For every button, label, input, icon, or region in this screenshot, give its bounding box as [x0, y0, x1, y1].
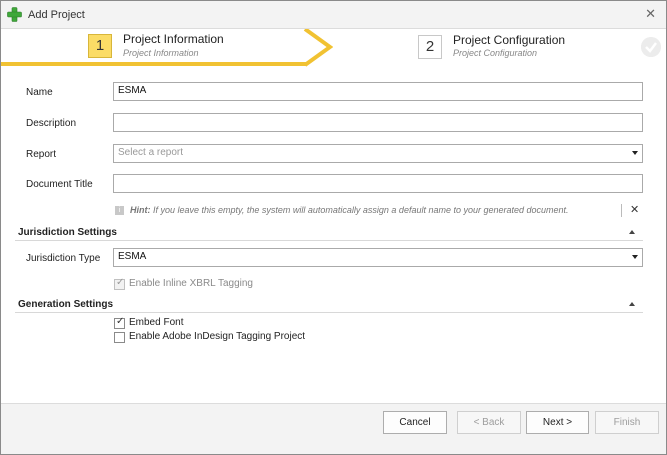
embed-font-checkbox[interactable] [114, 316, 125, 329]
generation-settings-title: Generation Settings [18, 299, 114, 310]
jurisdiction-settings-header[interactable]: Jurisdiction Settings [15, 225, 643, 241]
description-input[interactable] [113, 113, 643, 132]
jurisdiction-type-value: ESMA [118, 251, 147, 262]
inline-xbrl-label: Enable Inline XBRL Tagging [129, 278, 253, 289]
step-1-number: 1 [88, 34, 112, 58]
name-value: ESMA [118, 85, 147, 96]
name-label: Name [26, 87, 53, 98]
embed-font-label: Embed Font [129, 317, 184, 328]
indesign-checkbox[interactable] [114, 332, 125, 343]
wizard-steps: 1 Project Information Project Informatio… [1, 29, 666, 67]
hint-divider [621, 204, 622, 217]
report-select[interactable]: Select a report [113, 144, 643, 163]
chevron-up-icon[interactable] [629, 302, 635, 306]
close-icon[interactable]: ✕ [645, 6, 656, 22]
step-2-subtitle: Project Configuration [453, 48, 538, 58]
step-1-subtitle: Project Information [123, 48, 199, 58]
document-title-label: Document Title [26, 179, 93, 190]
chevron-up-icon[interactable] [629, 230, 635, 234]
window-title: Add Project [28, 9, 85, 21]
generation-settings-header[interactable]: Generation Settings [15, 297, 643, 313]
info-icon: i [115, 206, 124, 215]
dialog-footer: Cancel < Back Next > Finish [1, 403, 666, 454]
next-button[interactable]: Next > [526, 411, 589, 434]
indesign-label: Enable Adobe InDesign Tagging Project [129, 331, 306, 342]
report-label: Report [26, 149, 57, 160]
description-label: Description [26, 118, 77, 129]
chevron-down-icon [632, 151, 638, 155]
jurisdiction-type-select[interactable]: ESMA [113, 248, 643, 267]
check-circle-icon [641, 37, 661, 57]
step-2-number: 2 [418, 35, 442, 59]
add-project-dialog: Add Project ✕ 1 Project Information Proj… [0, 0, 667, 455]
hint-text: Hint: If you leave this empty, the syste… [130, 205, 569, 215]
hint-row: i Hint: If you leave this empty, the sys… [115, 203, 643, 219]
cancel-button[interactable]: Cancel [383, 411, 447, 434]
back-button[interactable]: < Back [457, 411, 521, 434]
chevron-down-icon [632, 255, 638, 259]
step-1-title: Project Information [123, 32, 224, 46]
finish-button[interactable]: Finish [595, 411, 659, 434]
title-bar: Add Project ✕ [1, 1, 666, 29]
step-2-title: Project Configuration [453, 33, 566, 47]
hint-close-icon[interactable]: ✕ [630, 203, 639, 216]
document-title-input[interactable] [113, 174, 643, 193]
jurisdiction-type-label: Jurisdiction Type [26, 253, 101, 264]
inline-xbrl-checkbox [114, 277, 125, 290]
report-placeholder: Select a report [118, 147, 184, 158]
green-plus-icon [7, 7, 22, 22]
name-input[interactable]: ESMA [113, 82, 643, 101]
jurisdiction-settings-title: Jurisdiction Settings [18, 227, 117, 238]
hint-message: If you leave this empty, the system will… [150, 205, 569, 215]
hint-prefix: Hint: [130, 205, 151, 215]
